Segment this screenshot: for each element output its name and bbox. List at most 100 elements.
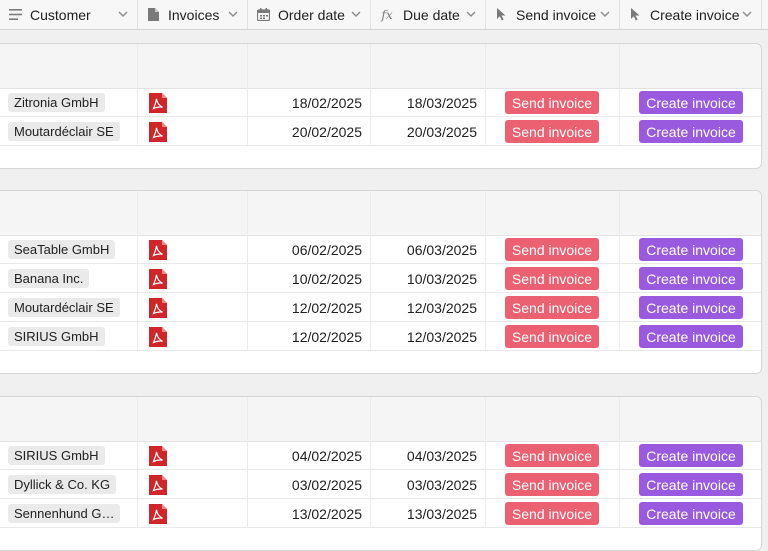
customer-link-chip[interactable]: Moutardéclair SE bbox=[8, 122, 120, 141]
order-date-cell[interactable]: 12/02/2025 bbox=[248, 322, 371, 351]
pdf-icon[interactable] bbox=[138, 326, 167, 347]
due-date-cell[interactable]: 13/03/2025 bbox=[371, 499, 486, 528]
table-row[interactable]: Moutardéclair SE 12/02/2025 12/03/2025 Send… bbox=[0, 293, 761, 322]
chevron-down-icon[interactable] bbox=[227, 8, 239, 20]
pdf-icon[interactable] bbox=[138, 474, 167, 495]
column-header-create-invoice[interactable]: Create invoice bbox=[620, 0, 762, 29]
invoice-file-cell[interactable] bbox=[138, 88, 248, 117]
customer-link-chip[interactable]: SeaTable GmbH bbox=[8, 240, 116, 259]
customer-link-chip[interactable]: SIRIUS GmbH bbox=[8, 446, 105, 465]
create-invoice-button[interactable]: Create invoice bbox=[639, 473, 743, 496]
send-invoice-button[interactable]: Send invoice bbox=[505, 502, 599, 525]
customer-link-chip[interactable]: SIRIUS GmbH bbox=[8, 327, 105, 346]
customer-cell[interactable]: Moutardéclair SE bbox=[0, 293, 138, 322]
table-row[interactable]: Banana Inc. 10/02/2025 10/03/2025 Send invo… bbox=[0, 264, 761, 293]
order-date-cell[interactable]: 03/02/2025 bbox=[248, 470, 371, 499]
create-invoice-button[interactable]: Create invoice bbox=[639, 296, 743, 319]
customer-cell[interactable]: SIRIUS GmbH bbox=[0, 322, 138, 351]
invoice-file-cell[interactable] bbox=[138, 470, 248, 499]
send-invoice-button[interactable]: Send invoice bbox=[505, 120, 599, 143]
due-date-cell[interactable]: 12/03/2025 bbox=[371, 322, 486, 351]
order-date-cell[interactable]: 04/02/2025 bbox=[248, 441, 371, 470]
pdf-icon[interactable] bbox=[138, 239, 167, 260]
customer-cell[interactable]: Moutardéclair SE bbox=[0, 117, 138, 146]
pdf-icon[interactable] bbox=[138, 297, 167, 318]
customer-cell[interactable]: Sennenhund G… bbox=[0, 499, 138, 528]
column-header-invoices[interactable]: Invoices bbox=[138, 0, 248, 29]
due-date-cell[interactable]: 20/03/2025 bbox=[371, 117, 486, 146]
group-header[interactable] bbox=[0, 191, 761, 236]
chevron-down-icon[interactable] bbox=[350, 8, 362, 20]
customer-cell[interactable]: SIRIUS GmbH bbox=[0, 441, 138, 470]
chevron-down-icon[interactable] bbox=[117, 8, 129, 20]
group-header-cell bbox=[138, 191, 248, 235]
due-date-cell[interactable]: 10/03/2025 bbox=[371, 264, 486, 293]
order-date-cell[interactable]: 12/02/2025 bbox=[248, 293, 371, 322]
column-header-send-invoice[interactable]: Send invoice bbox=[486, 0, 620, 29]
customer-cell[interactable]: SeaTable GmbH bbox=[0, 235, 138, 264]
send-invoice-button[interactable]: Send invoice bbox=[505, 267, 599, 290]
order-date-cell[interactable]: 18/02/2025 bbox=[248, 88, 371, 117]
pdf-icon[interactable] bbox=[138, 121, 167, 142]
chevron-down-icon[interactable] bbox=[465, 8, 477, 20]
table-row[interactable]: Moutardéclair SE 20/02/2025 20/03/2025 Send… bbox=[0, 117, 761, 146]
create-invoice-button[interactable]: Create invoice bbox=[639, 444, 743, 467]
due-date-cell[interactable]: 03/03/2025 bbox=[371, 470, 486, 499]
chevron-down-icon[interactable] bbox=[741, 8, 753, 20]
group-header[interactable] bbox=[0, 44, 761, 89]
customer-cell[interactable]: Zitronia GmbH bbox=[0, 88, 138, 117]
column-header-order-date[interactable]: Order date bbox=[248, 0, 371, 29]
group-header[interactable] bbox=[0, 397, 761, 442]
order-date-cell[interactable]: 06/02/2025 bbox=[248, 235, 371, 264]
create-invoice-button[interactable]: Create invoice bbox=[639, 120, 743, 143]
pdf-icon[interactable] bbox=[138, 445, 167, 466]
table-row[interactable]: Dyllick & Co. KG 03/02/2025 03/03/2025 Send… bbox=[0, 470, 761, 499]
create-invoice-button[interactable]: Create invoice bbox=[639, 267, 743, 290]
column-header-customer[interactable]: Customer bbox=[0, 0, 138, 29]
column-header-due-date[interactable]: fx Due date bbox=[371, 0, 486, 29]
send-invoice-button[interactable]: Send invoice bbox=[505, 473, 599, 496]
customer-link-chip[interactable]: Banana Inc. bbox=[8, 269, 90, 288]
table-row[interactable]: Sennenhund G… 13/02/2025 13/03/2025 Send in… bbox=[0, 499, 761, 528]
table-row[interactable]: SeaTable GmbH 06/02/2025 06/03/2025 Send in… bbox=[0, 235, 761, 264]
customer-link-chip[interactable]: Sennenhund G… bbox=[8, 504, 121, 523]
create-invoice-button[interactable]: Create invoice bbox=[639, 238, 743, 261]
invoice-file-cell[interactable] bbox=[138, 441, 248, 470]
customer-link-chip[interactable]: Zitronia GmbH bbox=[8, 93, 105, 112]
invoice-file-cell[interactable] bbox=[138, 235, 248, 264]
invoice-file-cell[interactable] bbox=[138, 293, 248, 322]
order-date-cell[interactable]: 20/02/2025 bbox=[248, 117, 371, 146]
send-invoice-button[interactable]: Send invoice bbox=[505, 296, 599, 319]
customer-link-chip[interactable]: Dyllick & Co. KG bbox=[8, 475, 117, 494]
customer-cell[interactable]: Dyllick & Co. KG bbox=[0, 470, 138, 499]
pdf-icon[interactable] bbox=[138, 268, 167, 289]
invoice-file-cell[interactable] bbox=[138, 264, 248, 293]
invoice-file-cell[interactable] bbox=[138, 322, 248, 351]
pdf-icon[interactable] bbox=[138, 92, 167, 113]
send-invoice-button[interactable]: Send invoice bbox=[505, 91, 599, 114]
order-date-cell[interactable]: 10/02/2025 bbox=[248, 264, 371, 293]
create-invoice-button[interactable]: Create invoice bbox=[639, 325, 743, 348]
send-invoice-button[interactable]: Send invoice bbox=[505, 444, 599, 467]
cursor-icon bbox=[494, 8, 508, 22]
column-label-customer: Customer bbox=[30, 6, 91, 23]
due-date-cell[interactable]: 06/03/2025 bbox=[371, 235, 486, 264]
invoice-file-cell[interactable] bbox=[138, 117, 248, 146]
table-row[interactable]: SIRIUS GmbH 12/02/2025 12/03/2025 Send invo… bbox=[0, 322, 761, 351]
chevron-down-icon[interactable] bbox=[599, 8, 611, 20]
invoice-file-cell[interactable] bbox=[138, 499, 248, 528]
customer-link-chip[interactable]: Moutardéclair SE bbox=[8, 298, 120, 317]
order-date-cell[interactable]: 13/02/2025 bbox=[248, 499, 371, 528]
customer-cell[interactable]: Banana Inc. bbox=[0, 264, 138, 293]
pdf-icon[interactable] bbox=[138, 503, 167, 524]
due-date-cell[interactable]: 12/03/2025 bbox=[371, 293, 486, 322]
create-invoice-button[interactable]: Create invoice bbox=[639, 502, 743, 525]
send-invoice-button[interactable]: Send invoice bbox=[505, 325, 599, 348]
table-row[interactable]: SIRIUS GmbH 04/02/2025 04/03/2025 Send invo… bbox=[0, 441, 761, 470]
create-invoice-button[interactable]: Create invoice bbox=[639, 91, 743, 114]
table-row[interactable]: Zitronia GmbH 18/02/2025 18/03/2025 Send in… bbox=[0, 88, 761, 117]
create-invoice-cell: Create invoice bbox=[620, 499, 761, 528]
due-date-cell[interactable]: 04/03/2025 bbox=[371, 441, 486, 470]
due-date-cell[interactable]: 18/03/2025 bbox=[371, 88, 486, 117]
send-invoice-button[interactable]: Send invoice bbox=[505, 238, 599, 261]
